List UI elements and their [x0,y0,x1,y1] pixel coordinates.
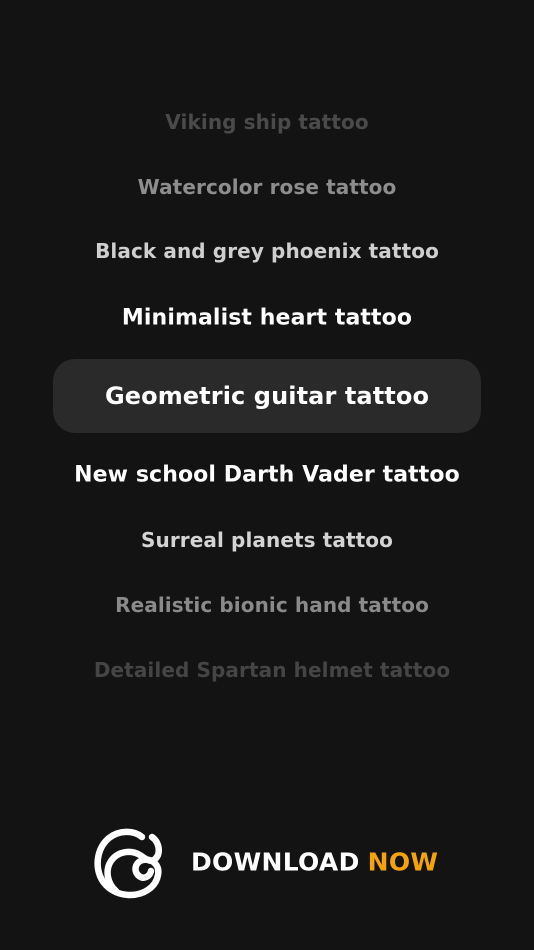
picker-item-surreal-planets[interactable]: Surreal planets tattoo [0,528,534,552]
cta-download-text: DOWNLOAD [191,847,360,877]
picker-item-bionic-hand[interactable]: Realistic bionic hand tattoo [5,593,534,617]
picker-item-phoenix[interactable]: Black and grey phoenix tattoo [0,239,534,263]
style-picker[interactable]: Viking ship tattoo Watercolor rose tatto… [0,0,534,720]
picker-item-spartan-helmet[interactable]: Detailed Spartan helmet tattoo [5,658,534,682]
picker-item-geometric-guitar-selected[interactable]: Geometric guitar tattoo [0,382,534,410]
app-logo-icon [94,828,162,899]
picker-item-darth-vader[interactable]: New school Darth Vader tattoo [0,463,534,488]
picker-item-watercolor-rose[interactable]: Watercolor rose tattoo [0,175,534,199]
download-now-cta[interactable]: DOWNLOAD NOW [191,848,438,877]
cta-now-text: NOW [367,847,439,877]
download-banner[interactable]: DOWNLOAD NOW [0,820,534,904]
picker-item-viking-ship[interactable]: Viking ship tattoo [0,110,534,134]
picker-item-minimalist-heart[interactable]: Minimalist heart tattoo [0,306,534,331]
